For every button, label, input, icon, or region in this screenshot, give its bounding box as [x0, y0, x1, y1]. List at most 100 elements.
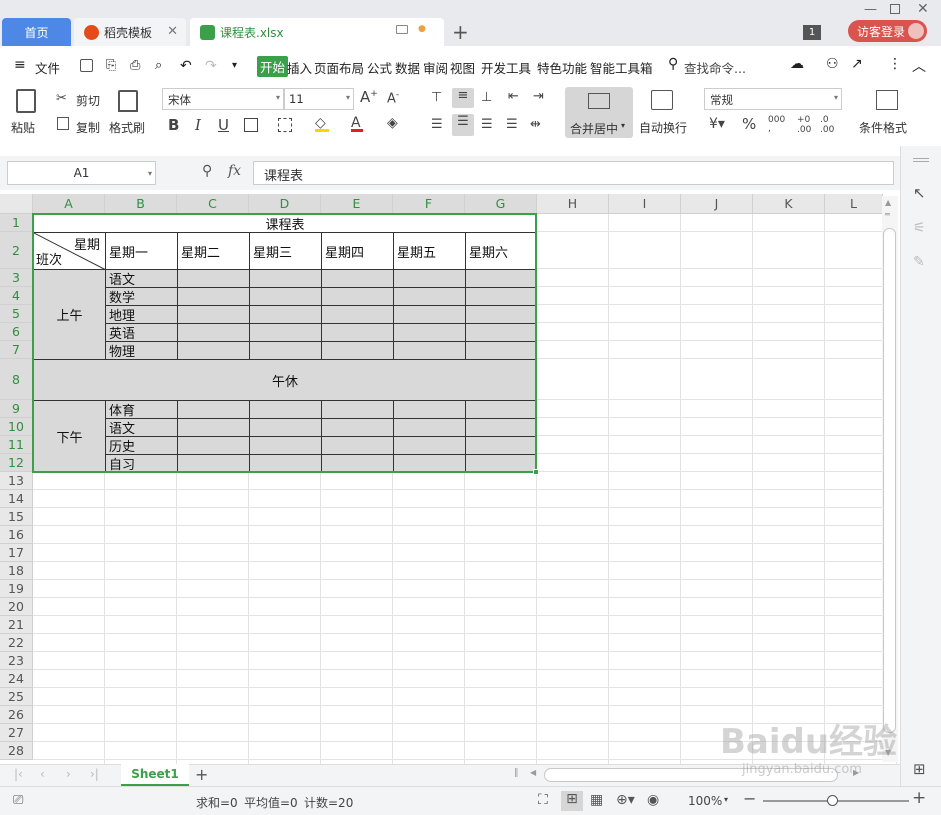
next-sheet-icon[interactable]: ›: [66, 767, 71, 781]
number-format-select[interactable]: 常规 ▾: [704, 88, 842, 110]
schedule-cell[interactable]: [321, 305, 394, 324]
row-header-24[interactable]: 24: [0, 670, 33, 688]
close-window-icon[interactable]: ✕: [917, 1, 929, 17]
normal-view-icon[interactable]: ⊞: [561, 791, 583, 811]
row-header-16[interactable]: 16: [0, 526, 33, 544]
row-header-15[interactable]: 15: [0, 508, 33, 526]
row-header-21[interactable]: 21: [0, 616, 33, 634]
schedule-cell[interactable]: [177, 305, 250, 324]
indent-increase-icon[interactable]: ⇥: [533, 89, 544, 104]
menu-features[interactable]: 特色功能: [537, 58, 587, 77]
subject-cell[interactable]: 物理: [105, 341, 178, 360]
schedule-cell[interactable]: [249, 400, 322, 419]
hamburger-icon[interactable]: ≡: [14, 57, 26, 73]
select-cursor-icon[interactable]: ↖: [913, 184, 926, 202]
copy-button[interactable]: 复制: [76, 119, 100, 136]
collapse-ribbon-icon[interactable]: ︿: [912, 56, 926, 76]
day-header-cell[interactable]: 星期六: [465, 232, 537, 270]
row-header-13[interactable]: 13: [0, 472, 33, 490]
schedule-cell[interactable]: [249, 323, 322, 342]
export-pdf-icon[interactable]: ⎘: [106, 58, 116, 73]
vertical-scrollbar[interactable]: ▲ ═ ▼: [882, 196, 898, 762]
increase-decimal-icon[interactable]: +0.00: [797, 115, 811, 135]
new-tab-button[interactable]: +: [452, 20, 469, 44]
column-header-J[interactable]: J: [681, 194, 753, 214]
row-header-27[interactable]: 27: [0, 724, 33, 742]
zoom-out-icon[interactable]: −: [743, 789, 756, 808]
schedule-cell[interactable]: [465, 305, 537, 324]
schedule-cell[interactable]: [465, 418, 537, 437]
justify-icon[interactable]: ☰: [506, 117, 518, 132]
formula-input[interactable]: 课程表: [253, 161, 894, 185]
schedule-cell[interactable]: [321, 436, 394, 455]
schedule-cell[interactable]: [249, 454, 322, 473]
schedule-cell[interactable]: [321, 341, 394, 360]
schedule-cell[interactable]: [321, 287, 394, 306]
morning-label-cell[interactable]: 上午: [33, 269, 106, 360]
schedule-cell[interactable]: [249, 436, 322, 455]
reading-mode-icon[interactable]: ◉: [647, 792, 659, 808]
font-size-select[interactable]: 11 ▾: [284, 88, 354, 110]
menu-formula[interactable]: 公式: [367, 58, 392, 77]
tab-home[interactable]: 首页: [2, 18, 71, 46]
menu-smart-toolbox[interactable]: 智能工具箱: [590, 58, 653, 77]
corner-diagonal-cell[interactable]: 星期 班次: [33, 232, 106, 270]
cloud-icon[interactable]: ☁: [790, 56, 804, 72]
column-header-I[interactable]: I: [609, 194, 681, 214]
select-all-corner[interactable]: [0, 194, 33, 214]
percent-icon[interactable]: %: [742, 115, 756, 133]
redo-icon[interactable]: ↷: [205, 58, 217, 74]
noon-break-cell[interactable]: 午休: [33, 359, 537, 401]
schedule-cell[interactable]: [177, 341, 250, 360]
scroll-up-icon[interactable]: ▲: [885, 198, 891, 207]
align-left-icon[interactable]: ☰: [431, 117, 443, 132]
schedule-cell[interactable]: [393, 323, 466, 342]
bold-button[interactable]: B: [168, 116, 179, 134]
sheet-tab-sheet1[interactable]: Sheet1: [121, 764, 189, 786]
close-icon[interactable]: ✕: [167, 24, 178, 39]
schedule-cell[interactable]: [177, 436, 250, 455]
schedule-cell[interactable]: [321, 269, 394, 288]
row-header-25[interactable]: 25: [0, 688, 33, 706]
properties-icon[interactable]: ⚟: [913, 220, 926, 236]
menu-developer[interactable]: 开发工具: [481, 58, 531, 77]
schedule-cell[interactable]: [393, 269, 466, 288]
menu-file[interactable]: 文件: [35, 58, 60, 77]
align-middle-icon[interactable]: ≡: [452, 88, 474, 108]
border-icon[interactable]: [244, 118, 258, 132]
row-header-9[interactable]: 9: [0, 400, 33, 418]
schedule-cell[interactable]: [321, 323, 394, 342]
distribute-icon[interactable]: ⇹: [530, 117, 541, 132]
row-header-26[interactable]: 26: [0, 706, 33, 724]
print-icon[interactable]: ⎙: [130, 58, 140, 73]
schedule-cell[interactable]: [465, 454, 537, 473]
table-title-cell[interactable]: 课程表: [33, 214, 537, 233]
schedule-cell[interactable]: [465, 341, 537, 360]
subject-cell[interactable]: 地理: [105, 305, 178, 324]
command-search[interactable]: 查找命令...: [684, 58, 746, 77]
day-header-cell[interactable]: 星期一: [105, 232, 178, 270]
subject-cell[interactable]: 语文: [105, 418, 178, 437]
zoom-slider-knob[interactable]: [827, 795, 838, 806]
column-header-A[interactable]: A: [33, 194, 105, 214]
schedule-cell[interactable]: [177, 454, 250, 473]
subject-cell[interactable]: 历史: [105, 436, 178, 455]
schedule-cell[interactable]: [249, 269, 322, 288]
row-header-8[interactable]: 8: [0, 359, 33, 400]
schedule-cell[interactable]: [393, 341, 466, 360]
zoom-level[interactable]: 100%: [688, 794, 722, 808]
row-header-20[interactable]: 20: [0, 598, 33, 616]
row-header-23[interactable]: 23: [0, 652, 33, 670]
row-header-3[interactable]: 3: [0, 269, 33, 287]
font-color-icon[interactable]: A: [351, 115, 363, 132]
paste-icon[interactable]: [16, 89, 36, 113]
schedule-cell[interactable]: [465, 269, 537, 288]
schedule-cell[interactable]: [177, 269, 250, 288]
column-header-L[interactable]: L: [825, 194, 883, 214]
row-header-11[interactable]: 11: [0, 436, 33, 454]
row-header-4[interactable]: 4: [0, 287, 33, 305]
align-center-icon[interactable]: ☰: [452, 114, 474, 136]
wrap-text-button[interactable]: 自动换行: [639, 119, 687, 136]
schedule-cell[interactable]: [465, 436, 537, 455]
zoom-magnifier-icon[interactable]: ⚲: [202, 163, 212, 179]
